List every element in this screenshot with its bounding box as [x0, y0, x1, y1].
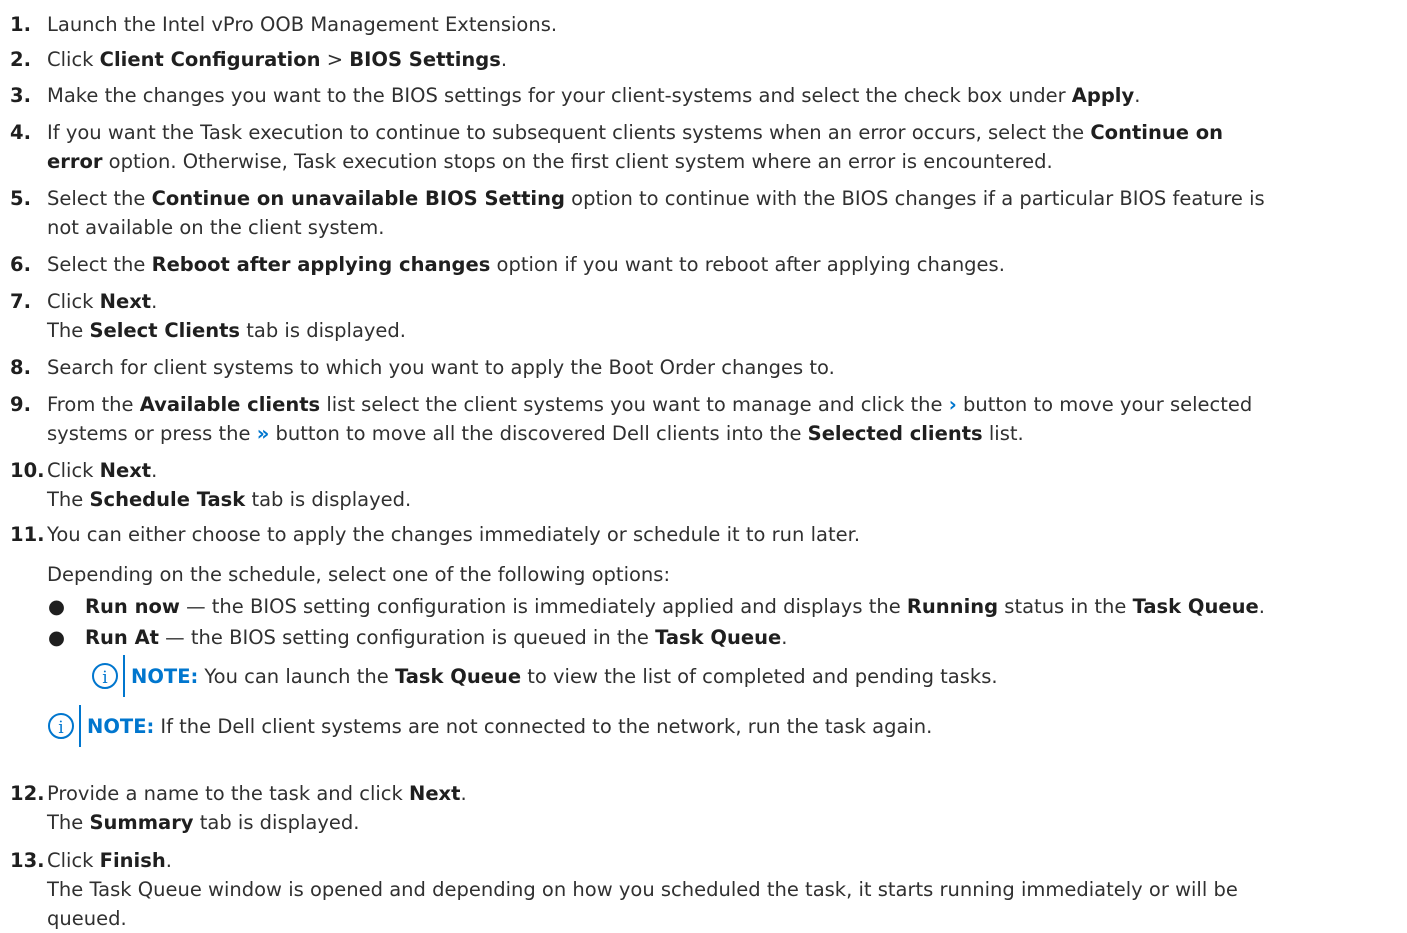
- bullet-icon: ●: [48, 595, 66, 618]
- step-subtext: Depending on the schedule, select one of…: [47, 563, 671, 586]
- chevron-right-icon: ›: [948, 393, 957, 416]
- step-11-subtext: Depending on the schedule, select one of…: [10, 560, 1403, 589]
- bullet-icon: ●: [48, 626, 66, 649]
- step-9: 9. From the Available clients list selec…: [10, 390, 1403, 448]
- step-text: Select the Reboot after applying changes…: [47, 253, 1005, 276]
- step-10: 10. Click Next. The Schedule Task tab is…: [10, 456, 1403, 514]
- note-label: NOTE:: [87, 714, 155, 738]
- note-divider: [123, 655, 125, 697]
- step-text: Click Next.: [47, 290, 158, 313]
- step-3: 3. Make the changes you want to the BIOS…: [10, 81, 1403, 110]
- step-number: 4.: [10, 121, 31, 144]
- note-divider: [79, 705, 81, 747]
- step-number: 1.: [10, 13, 31, 36]
- step-2: 2. Click Client Configuration > BIOS Set…: [10, 45, 1403, 74]
- ui-label-reboot: Reboot after applying changes: [151, 253, 491, 276]
- step-1: 1. Launch the Intel vPro OOB Management …: [10, 10, 1403, 39]
- step-7: 7. Click Next. The Select Clients tab is…: [10, 287, 1403, 345]
- step-4: 4. If you want the Task execution to con…: [10, 118, 1403, 176]
- step-number: 11.: [10, 523, 45, 546]
- step-8: 8. Search for client systems to which yo…: [10, 353, 1403, 382]
- option-run-now: ● Run now — the BIOS setting configurati…: [48, 592, 1265, 621]
- step-number: 10.: [10, 459, 45, 482]
- step-text: Launch the Intel vPro OOB Management Ext…: [47, 13, 558, 36]
- ui-label-continue-on-error: Continue on: [1090, 121, 1224, 144]
- note-text: If the Dell client systems are not conne…: [160, 714, 933, 738]
- step-result: The Task Queue window is opened and depe…: [47, 878, 1238, 901]
- ui-label-bios-settings: BIOS Settings: [349, 48, 501, 71]
- step-text: Make the changes you want to the BIOS se…: [47, 84, 1141, 107]
- step-number: 3.: [10, 84, 31, 107]
- step-text: Click Next.: [47, 459, 158, 482]
- step-number: 13.: [10, 849, 45, 872]
- step-11: 11. You can either choose to apply the c…: [10, 520, 1403, 549]
- step-number: 8.: [10, 356, 31, 379]
- step-text: Search for client systems to which you w…: [47, 356, 835, 379]
- double-chevron-right-icon: »: [256, 422, 270, 445]
- step-text: Select the Continue on unavailable BIOS …: [47, 187, 1265, 210]
- step-12: 12. Provide a name to the task and click…: [10, 779, 1403, 837]
- ui-label-apply: Apply: [1071, 84, 1135, 107]
- step-text: You can either choose to apply the chang…: [47, 523, 861, 546]
- step-result: The Select Clients tab is displayed.: [47, 319, 407, 342]
- step-text: Click Client Configuration > BIOS Settin…: [47, 48, 508, 71]
- note-text: You can launch the Task Queue to view th…: [204, 664, 998, 688]
- ui-label-available-clients: Available clients: [139, 393, 321, 416]
- ui-label-continue-on-unavailable: Continue on unavailable BIOS Setting: [151, 187, 565, 210]
- step-text: If you want the Task execution to contin…: [47, 121, 1224, 144]
- ui-label-select-clients: Select Clients: [89, 319, 241, 342]
- note-label: NOTE:: [131, 664, 199, 688]
- step-13: 13. Click Finish. The Task Queue window …: [10, 846, 1403, 933]
- step-result: The Summary tab is displayed.: [47, 811, 360, 834]
- step-result-cont: queued.: [47, 907, 127, 930]
- ui-label-next: Next: [99, 459, 152, 482]
- step-number: 9.: [10, 393, 31, 416]
- step-number: 2.: [10, 48, 31, 71]
- ui-label-selected-clients: Selected clients: [807, 422, 983, 445]
- info-icon: i: [48, 713, 74, 739]
- step-text-cont: error option. Otherwise, Task execution …: [47, 150, 1053, 173]
- step-5: 5. Select the Continue on unavailable BI…: [10, 184, 1403, 242]
- ui-label-summary: Summary: [89, 811, 194, 834]
- step-text: From the Available clients list select t…: [47, 393, 1253, 416]
- note-task-queue: i NOTE: You can launch the Task Queue to…: [92, 655, 998, 697]
- step-number: 12.: [10, 782, 45, 805]
- step-6: 6. Select the Reboot after applying chan…: [10, 250, 1403, 279]
- ui-label-next: Next: [99, 290, 152, 313]
- step-number: 7.: [10, 290, 31, 313]
- info-icon: i: [92, 663, 118, 689]
- ui-label-finish: Finish: [99, 849, 166, 872]
- step-text: Click Finish.: [47, 849, 172, 872]
- step-text-cont: systems or press the » button to move al…: [47, 422, 1024, 445]
- option-run-at: ● Run At — the BIOS setting configuratio…: [48, 623, 787, 652]
- step-result: The Schedule Task tab is displayed.: [47, 488, 412, 511]
- step-text: Provide a name to the task and click Nex…: [47, 782, 467, 805]
- step-number: 6.: [10, 253, 31, 276]
- note-network: i NOTE: If the Dell client systems are n…: [48, 705, 932, 747]
- ui-label-client-configuration: Client Configuration: [99, 48, 321, 71]
- step-text-cont: not available on the client system.: [47, 216, 385, 239]
- ui-label-next: Next: [409, 782, 461, 805]
- step-number: 5.: [10, 187, 31, 210]
- ui-label-schedule-task: Schedule Task: [89, 488, 246, 511]
